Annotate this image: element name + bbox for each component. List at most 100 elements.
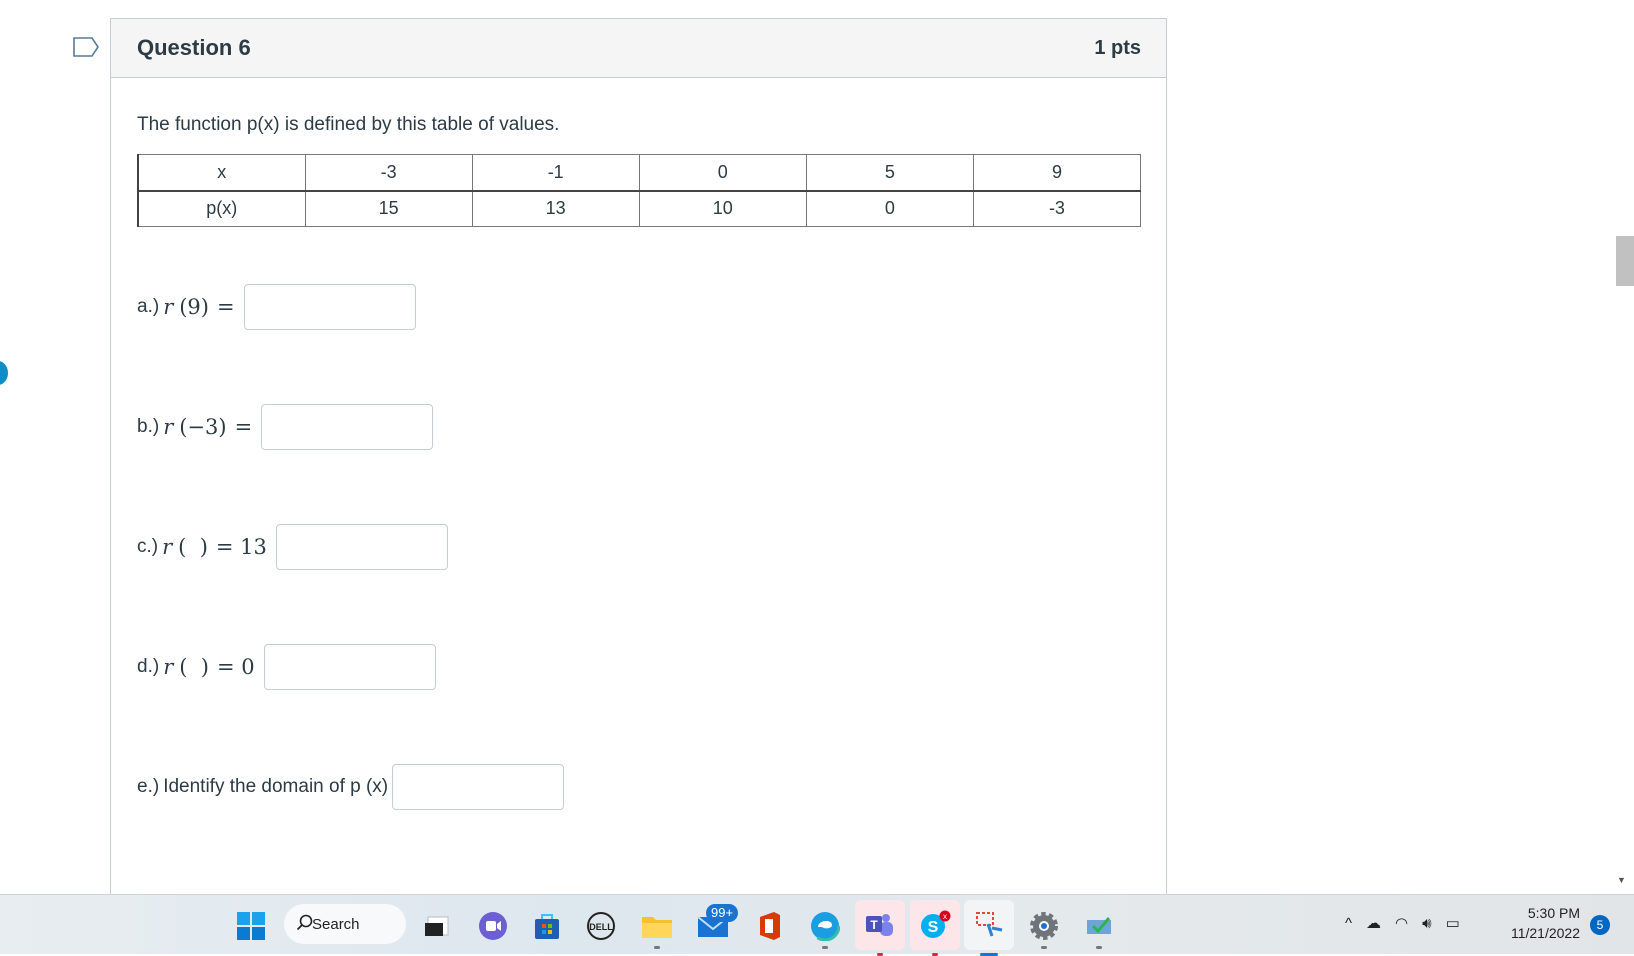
function-name: r — [163, 295, 174, 319]
answer-input-a[interactable] — [243, 284, 416, 330]
skype-icon: Sx — [921, 910, 951, 938]
pinned-app-button[interactable] — [1082, 909, 1116, 949]
svg-text:DELL: DELL — [589, 922, 613, 932]
dell-app-button[interactable]: DELL — [584, 909, 618, 943]
question-points: 1 pts — [1094, 36, 1141, 59]
table-cell: -1 — [471, 154, 640, 192]
part-d: d.) r ( ) = 0 — [137, 644, 436, 690]
part-expression: r ( ) = 0 — [163, 655, 259, 679]
clock-date: 11/21/2022 — [1510, 925, 1580, 941]
part-e: e.) Identify the domain of p (x) — [137, 764, 565, 810]
table-cell: 10 — [638, 190, 807, 227]
wifi-icon[interactable]: ◠ — [1395, 914, 1408, 932]
table-cell: 9 — [972, 154, 1142, 192]
table-cell: 13 — [471, 190, 640, 227]
video-chat-icon — [479, 912, 507, 940]
part-expression: r (9) = — [163, 295, 239, 319]
table-row-header: p(x) — [136, 190, 306, 227]
function-name: r — [163, 415, 174, 439]
svg-text:x: x — [943, 912, 947, 921]
start-button[interactable] — [234, 909, 268, 943]
equals-sign: = — [234, 415, 253, 439]
quiz-page: Question 6 1 pts The function p(x) is de… — [0, 0, 1634, 894]
scroll-down-arrow-icon[interactable]: ▼ — [1617, 875, 1626, 885]
table-row-header: x — [136, 154, 306, 192]
windows-logo-icon — [237, 912, 265, 940]
search-label: Search — [312, 915, 360, 933]
running-indicator — [1041, 946, 1047, 949]
taskbar-clock[interactable]: 5:30 PM 11/21/2022 — [1504, 903, 1580, 943]
function-argument: (−3) — [179, 415, 227, 439]
values-table: x -3 -1 0 5 9 p(x) 15 13 10 0 -3 — [136, 154, 1142, 227]
taskbar-search[interactable]: Search — [284, 904, 406, 944]
svg-text:T: T — [870, 918, 878, 932]
equals-sign: = — [216, 295, 235, 319]
table-cell: -3 — [972, 190, 1142, 227]
answer-input-b[interactable] — [261, 404, 434, 450]
running-indicator — [654, 946, 660, 949]
volume-icon[interactable]: 🔊︎ — [1422, 915, 1431, 932]
answer-input-c[interactable] — [275, 524, 448, 570]
table-cell: 5 — [805, 154, 974, 192]
table-cell: 0 — [638, 154, 807, 192]
edge-browser-icon — [810, 911, 840, 941]
question-card: Question 6 1 pts The function p(x) is de… — [110, 18, 1167, 894]
folder-icon — [642, 917, 672, 938]
snipping-tool-icon — [976, 912, 1003, 937]
task-view-button[interactable] — [420, 909, 454, 943]
question-body: The function p(x) is defined by this tab… — [111, 114, 1166, 227]
part-label: b.) — [137, 416, 160, 437]
answer-input-d[interactable] — [263, 644, 436, 690]
taskbar: Search DELL 99+ T Sx ^ ☁ ◠ 🔊︎ ▭ 5:30 PM … — [0, 894, 1634, 956]
question-intro: The function p(x) is defined by this tab… — [137, 114, 560, 135]
answer-input-e[interactable] — [392, 764, 565, 810]
part-expression: r ( ) = 13 — [162, 535, 272, 559]
teams-app-button[interactable]: T — [855, 900, 905, 956]
settings-button[interactable] — [1027, 909, 1061, 949]
flag-question-icon[interactable] — [73, 37, 99, 57]
part-c: c.) r ( ) = 13 — [137, 524, 448, 570]
file-explorer-button[interactable] — [640, 909, 674, 949]
edge-browser-button[interactable] — [808, 909, 842, 949]
search-icon — [296, 914, 313, 931]
table-row: x -3 -1 0 5 9 — [136, 154, 1142, 192]
mail-unread-badge: 99+ — [706, 904, 739, 922]
running-indicator — [1096, 946, 1102, 949]
battery-icon[interactable]: ▭ — [1446, 914, 1460, 932]
function-argument: ( ) — [179, 655, 209, 679]
part-label: a.) — [137, 296, 160, 317]
part-expression: r (−3) = — [163, 415, 257, 439]
part-label: d.) — [137, 656, 160, 677]
equation-rhs: = 13 — [215, 535, 267, 559]
part-a: a.) r (9) = — [137, 284, 416, 330]
onedrive-cloud-icon[interactable]: ☁ — [1366, 914, 1381, 932]
part-label: e.) — [137, 776, 160, 797]
part-label: c.) — [137, 536, 159, 557]
table-cell: -3 — [304, 154, 473, 192]
dell-logo-icon: DELL — [587, 912, 615, 940]
function-argument: ( ) — [178, 535, 208, 559]
svg-text:S: S — [928, 919, 939, 936]
snipping-tool-button[interactable] — [964, 900, 1014, 956]
notification-count-badge[interactable]: 5 — [1590, 915, 1610, 935]
running-indicator — [822, 946, 828, 949]
app-check-icon — [1087, 917, 1111, 934]
function-name: r — [162, 535, 173, 559]
part-b: b.) r (−3) = — [137, 404, 434, 450]
function-argument: (9) — [179, 295, 209, 319]
question-header: Question 6 1 pts — [111, 19, 1166, 78]
clock-time: 5:30 PM — [1527, 905, 1580, 921]
task-view-icon — [425, 916, 449, 936]
show-hidden-icons-chevron-icon[interactable]: ^ — [1345, 915, 1352, 932]
chat-app-button[interactable] — [476, 909, 510, 943]
table-cell: 15 — [304, 190, 473, 227]
table-cell: 0 — [805, 190, 974, 227]
office-app-button[interactable] — [752, 909, 786, 943]
skype-app-button[interactable]: Sx — [910, 900, 960, 956]
store-bag-icon — [535, 914, 559, 939]
scrollbar-thumb[interactable] — [1616, 236, 1634, 286]
store-app-button[interactable] — [530, 909, 564, 943]
table-row: p(x) 15 13 10 0 -3 — [136, 190, 1142, 227]
system-tray: ^ ☁ ◠ 🔊︎ ▭ — [1345, 914, 1460, 933]
nav-indicator-dot[interactable] — [0, 361, 8, 385]
